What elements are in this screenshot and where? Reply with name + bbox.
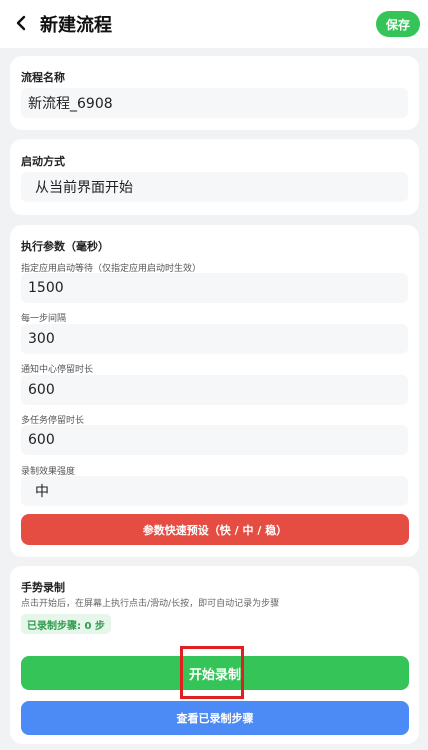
notification-stay-label: 通知中心停留时长 xyxy=(21,365,94,375)
effect-strength-select[interactable]: 中 xyxy=(21,476,408,506)
back-arrow-icon[interactable] xyxy=(10,11,32,35)
view-steps-button[interactable]: 查看已录制步骤 xyxy=(21,701,409,735)
gesture-card: 手势录制 点击开始后，在屏幕上执行点击/滑动/长按，即可自动记录为步骤 已录制步… xyxy=(10,566,419,744)
recorded-steps-badge: 已录制步骤: 0 步 xyxy=(21,614,111,634)
notification-stay-input[interactable]: 600 xyxy=(21,375,408,405)
name-card: 流程名称 新流程_6908 xyxy=(10,56,419,130)
multitask-stay-input[interactable]: 600 xyxy=(21,425,408,455)
params-label: 执行参数（毫秒） xyxy=(21,240,109,253)
step-interval-label: 每一步间隔 xyxy=(21,314,67,324)
name-input[interactable]: 新流程_6908 xyxy=(21,88,408,118)
start-mode-card: 启动方式 从当前界面开始 xyxy=(10,139,419,215)
start-mode-select[interactable]: 从当前界面开始 xyxy=(21,172,408,202)
params-card: 执行参数（毫秒） 指定应用启动等待（仅指定应用启动时生效） 1500 每一步间隔… xyxy=(10,225,419,557)
step-interval-input[interactable]: 300 xyxy=(21,324,408,354)
gesture-label: 手势录制 xyxy=(21,581,65,594)
startup-wait-input[interactable]: 1500 xyxy=(21,273,408,303)
preset-button[interactable]: 参数快速预设（快 / 中 / 稳） xyxy=(21,514,409,545)
top-bar: 新建流程 保存 xyxy=(0,0,428,48)
page-title: 新建流程 xyxy=(40,15,112,36)
highlight-box xyxy=(180,646,244,699)
name-label: 流程名称 xyxy=(21,71,65,84)
save-button[interactable]: 保存 xyxy=(376,11,420,37)
gesture-hint: 点击开始后，在屏幕上执行点击/滑动/长按，即可自动记录为步骤 xyxy=(21,599,280,609)
start-mode-label: 启动方式 xyxy=(21,155,65,168)
